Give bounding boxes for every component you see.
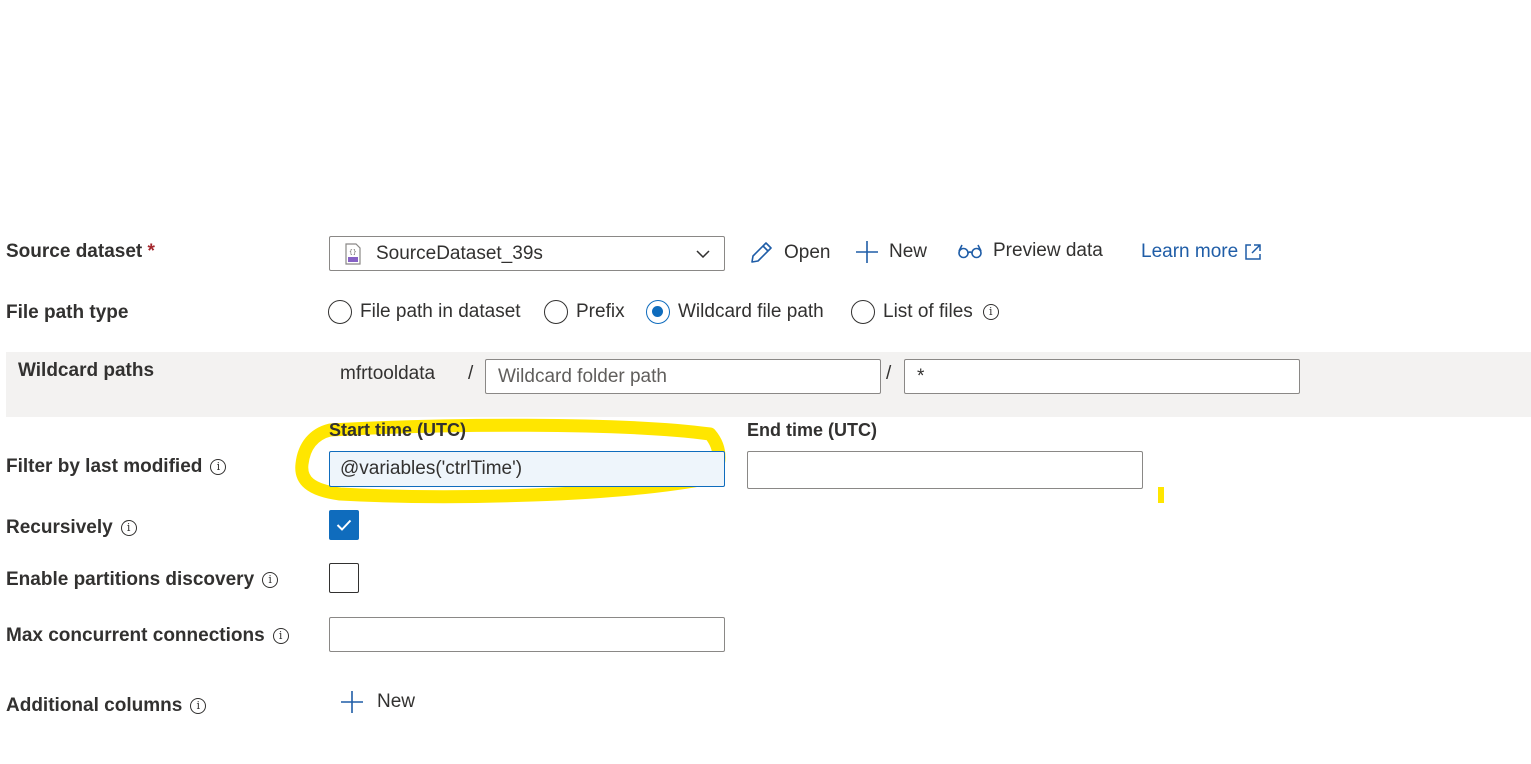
learn-more-label: Learn more bbox=[1141, 241, 1239, 262]
max-connections-label: Max concurrent connections i bbox=[6, 625, 289, 647]
source-dataset-label-text: Source dataset bbox=[6, 241, 143, 262]
new-dataset-label: New bbox=[889, 241, 928, 262]
additional-columns-label: Additional columns i bbox=[6, 695, 207, 717]
start-time-label: Start time (UTC) bbox=[329, 420, 467, 440]
radio-file-path-in-dataset[interactable]: File path in dataset bbox=[328, 300, 521, 324]
filter-last-modified-label: Filter by last modified i bbox=[6, 456, 227, 478]
wildcard-paths-label: Wildcard paths bbox=[18, 360, 155, 381]
wildcard-file-name-input[interactable]: * bbox=[904, 359, 1300, 394]
path-separator: / bbox=[468, 363, 474, 384]
radio-label: List of files bbox=[883, 301, 973, 322]
info-icon[interactable]: i bbox=[120, 520, 137, 536]
recursively-label: Recursively i bbox=[6, 517, 137, 539]
wildcard-file-value: * bbox=[917, 365, 925, 387]
max-connections-text: Max concurrent connections bbox=[6, 625, 265, 646]
plus-icon bbox=[341, 691, 363, 713]
radio-circle[interactable] bbox=[544, 300, 568, 324]
info-icon[interactable]: i bbox=[262, 572, 279, 588]
max-connections-input[interactable] bbox=[329, 617, 725, 652]
path-separator: / bbox=[886, 363, 892, 384]
radio-prefix[interactable]: Prefix bbox=[544, 300, 625, 324]
learn-more-link[interactable]: Learn more bbox=[1141, 241, 1262, 263]
radio-circle-selected[interactable] bbox=[646, 300, 670, 324]
partitions-discovery-text: Enable partitions discovery bbox=[6, 569, 255, 590]
start-time-input[interactable]: @variables('ctrlTime') bbox=[329, 451, 725, 487]
svg-text:{}: {} bbox=[349, 249, 357, 256]
additional-columns-text: Additional columns bbox=[6, 695, 183, 716]
new-dataset-button[interactable]: New bbox=[855, 240, 927, 264]
json-file-icon: {} bbox=[345, 242, 361, 265]
radio-wildcard-file-path[interactable]: Wildcard file path bbox=[646, 300, 824, 324]
source-dataset-dropdown[interactable]: {} SourceDataset_39s bbox=[329, 236, 725, 271]
pencil-icon bbox=[751, 242, 772, 263]
preview-data-label: Preview data bbox=[993, 240, 1103, 261]
open-label: Open bbox=[784, 242, 831, 263]
source-dataset-value: SourceDataset_39s bbox=[376, 242, 543, 264]
end-time-label: End time (UTC) bbox=[747, 420, 877, 440]
start-time-value: @variables('ctrlTime') bbox=[340, 458, 523, 479]
radio-label: Prefix bbox=[576, 301, 625, 322]
wildcard-folder-path-input[interactable]: Wildcard folder path bbox=[485, 359, 881, 394]
open-button[interactable]: Open bbox=[748, 240, 830, 266]
recursively-checkbox[interactable] bbox=[329, 510, 359, 540]
radio-circle[interactable] bbox=[851, 300, 875, 324]
file-path-type-label: File path type bbox=[6, 302, 129, 323]
info-icon[interactable]: i bbox=[272, 628, 289, 644]
partitions-discovery-checkbox[interactable] bbox=[329, 563, 359, 593]
radio-label: File path in dataset bbox=[360, 301, 521, 322]
external-link-icon bbox=[1245, 244, 1261, 260]
end-time-input[interactable] bbox=[747, 451, 1143, 489]
recursively-text: Recursively bbox=[6, 517, 113, 538]
radio-list-of-files[interactable]: List of files i bbox=[851, 300, 999, 324]
info-icon[interactable]: i bbox=[210, 459, 227, 475]
required-mark: * bbox=[147, 241, 155, 262]
wildcard-folder-placeholder: Wildcard folder path bbox=[498, 365, 667, 387]
radio-circle[interactable] bbox=[328, 300, 352, 324]
chevron-down-icon bbox=[696, 249, 710, 258]
info-icon[interactable]: i bbox=[982, 304, 999, 320]
source-dataset-label: Source dataset * bbox=[6, 241, 155, 263]
container-name: mfrtooldata bbox=[340, 363, 436, 384]
radio-label: Wildcard file path bbox=[678, 301, 824, 322]
filter-last-modified-text: Filter by last modified bbox=[6, 456, 203, 477]
partitions-discovery-label: Enable partitions discovery i bbox=[6, 569, 279, 591]
checkmark-icon bbox=[336, 519, 352, 531]
plus-icon bbox=[856, 241, 878, 263]
glasses-icon bbox=[958, 244, 982, 259]
highlight-mark bbox=[1158, 487, 1164, 503]
add-column-label: New bbox=[377, 691, 416, 712]
preview-data-button[interactable]: Preview data bbox=[957, 240, 1103, 262]
info-icon[interactable]: i bbox=[190, 698, 207, 714]
add-column-button[interactable]: New bbox=[340, 690, 415, 714]
